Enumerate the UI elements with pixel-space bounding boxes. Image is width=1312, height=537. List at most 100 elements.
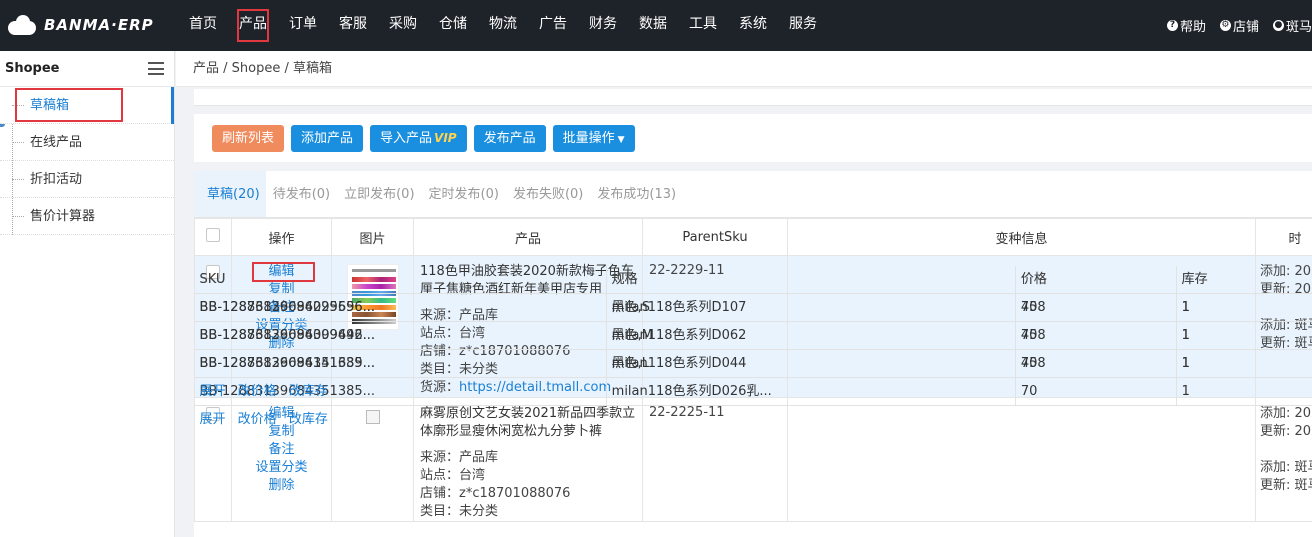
publish-product-button[interactable]: 发布产品: [473, 124, 546, 152]
tab-pending[interactable]: 待发布(0): [266, 171, 337, 217]
import-label: 导入产品: [380, 130, 433, 146]
sidebar: Shopee 草稿箱 在线产品 折扣活动 售价计算器: [0, 51, 175, 537]
sidebar-title: Shopee: [5, 61, 60, 76]
variant-row: BB-12876826096099696... 黑色,M 458 1: [194, 321, 1312, 350]
tab-publish-now[interactable]: 立即发布(0): [337, 171, 421, 217]
variant-price: 458: [1015, 321, 1177, 350]
user-icon: ●: [1272, 20, 1284, 31]
variant-sku: BB-12876826096099696...: [194, 321, 607, 350]
nav-item-services[interactable]: 服务: [778, 0, 828, 51]
main-nav: 首页 产品 订单 客服 采购 仓储 物流 广告 财务 数据 工具 系统 服务: [178, 0, 828, 51]
edit-stock-link[interactable]: 改库存: [289, 412, 328, 427]
variant-header-spec: 规格: [606, 265, 1016, 294]
cloud-logo-icon: [8, 15, 38, 35]
edit-stock-link[interactable]: 改库存: [289, 384, 328, 399]
sidebar-item-discounts[interactable]: 折扣活动: [0, 161, 174, 198]
nav-item-warehouse[interactable]: 仓储: [428, 0, 478, 51]
variants-table: SKU 规格 价格 库存 BB-12876826096099696... 黑色,…: [194, 265, 1312, 405]
help-icon: ?: [1166, 20, 1178, 31]
variant-actions: 展开 改价格 改库存: [195, 377, 1312, 405]
vip-badge: VIP: [434, 130, 457, 145]
variant-spec: 黑色,S: [606, 293, 1016, 322]
variant-spec: 黑色,L: [606, 349, 1016, 378]
nav-item-finance[interactable]: 财务: [578, 0, 628, 51]
nav-item-system[interactable]: 系统: [728, 0, 778, 51]
nav-item-data[interactable]: 数据: [628, 0, 678, 51]
sidebar-item-label: 折扣活动: [30, 172, 83, 187]
toolbar: 刷新列表 添加产品 导入产品 VIP 发布产品 批量操作 ▼: [194, 114, 1312, 162]
nav-item-purchase[interactable]: 采购: [378, 0, 428, 51]
sidebar-list: 草稿箱 在线产品 折扣活动 售价计算器: [0, 87, 174, 235]
sidebar-item-online-products[interactable]: 在线产品: [0, 124, 174, 161]
variant-header-row: SKU 规格 价格 库存: [194, 265, 1312, 294]
main-content: 产品 / Shopee / 草稿箱 刷新列表 添加产品 导入产品 VIP 发布产品…: [176, 51, 1312, 537]
delete-link[interactable]: 删除: [232, 477, 331, 495]
help-link[interactable]: ? 帮助: [1166, 16, 1206, 35]
sidebar-item-label: 在线产品: [30, 135, 83, 150]
caret-down-icon: ▼: [617, 134, 625, 145]
variant-actions: 展开 改价格 改库存: [195, 405, 1312, 433]
variant-stock: 1: [1176, 321, 1312, 350]
import-product-button[interactable]: 导入产品 VIP: [370, 124, 467, 152]
user-label: 斑马: [1285, 20, 1312, 35]
menu-toggle-icon[interactable]: [148, 62, 164, 75]
tab-success[interactable]: 发布成功(13): [590, 171, 683, 217]
help-label: 帮助: [1179, 20, 1206, 35]
nav-item-ads[interactable]: 广告: [528, 0, 578, 51]
header-parent-sku: ParentSku: [642, 218, 788, 256]
variant-stock: 1: [1176, 349, 1312, 378]
breadcrumb: 产品 / Shopee / 草稿箱: [176, 51, 1312, 87]
store-link[interactable]: ⚙ 店铺: [1219, 16, 1259, 35]
add-product-button[interactable]: 添加产品: [291, 124, 364, 152]
nav-item-service[interactable]: 客服: [328, 0, 378, 51]
header-variants: 变种信息: [787, 218, 1256, 256]
variant-spec: 黑色,M: [606, 321, 1016, 350]
tab-failed[interactable]: 发布失败(0): [506, 171, 590, 217]
product-site: 站点：台湾: [420, 468, 486, 483]
select-all-checkbox[interactable]: [206, 228, 220, 242]
tab-scheduled[interactable]: 定时发布(0): [422, 171, 506, 217]
sidebar-item-price-calculator[interactable]: 售价计算器: [0, 198, 174, 235]
variant-sku: BB-12876826096099696...: [194, 293, 607, 322]
status-tabs: 草稿(20) 待发布(0) 立即发布(0) 定时发布(0) 发布失败(0) 发布…: [194, 171, 1312, 218]
edit-price-link[interactable]: 改价格: [238, 384, 277, 399]
variant-row: BB-12876826096141639... 黑色,L 458 1: [194, 349, 1312, 378]
added-by: 添加: 斑马: [1260, 460, 1312, 475]
table-header-row: 操作 图片 产品 ParentSku 变种信息 时: [194, 218, 1312, 256]
set-category-link[interactable]: 设置分类: [232, 459, 331, 477]
header-ops: 操作: [231, 218, 332, 256]
refresh-list-button[interactable]: 刷新列表: [212, 124, 285, 152]
updated-by: 更新: 斑马: [1260, 478, 1312, 493]
nav-item-logistics[interactable]: 物流: [478, 0, 528, 51]
nav-item-order[interactable]: 订单: [278, 0, 328, 51]
user-link[interactable]: ● 斑马: [1272, 16, 1312, 35]
select-all-cell: [194, 218, 232, 256]
products-panel: 草稿(20) 待发布(0) 立即发布(0) 定时发布(0) 发布失败(0) 发布…: [194, 171, 1312, 537]
top-right-links: ? 帮助 ⚙ 店铺 ● 斑马: [1153, 0, 1312, 51]
product-source: 来源：产品库: [420, 450, 499, 465]
note-link[interactable]: 备注: [232, 441, 331, 459]
variant-row: BB-12876826096099696... 黑色,S 458 1: [194, 293, 1312, 322]
variant-price: 458: [1015, 293, 1177, 322]
expand-link[interactable]: 展开: [200, 384, 226, 399]
products-table: 操作 图片 产品 ParentSku 变种信息 时 编辑 复制 备注 设置分类: [194, 218, 1312, 522]
nav-item-home[interactable]: 首页: [178, 0, 228, 51]
variant-stock: 1: [1176, 293, 1312, 322]
expand-link[interactable]: 展开: [200, 412, 226, 427]
time-spacer: [1260, 441, 1312, 459]
store-label: 店铺: [1232, 20, 1259, 35]
variant-price: 458: [1015, 349, 1177, 378]
logo[interactable]: BANMA·ERP: [8, 12, 154, 38]
edit-price-link[interactable]: 改价格: [238, 412, 277, 427]
nav-item-tools[interactable]: 工具: [678, 0, 728, 51]
batch-operations-dropdown[interactable]: 批量操作 ▼: [552, 124, 635, 152]
header-time: 时: [1255, 218, 1312, 256]
product-store: 店铺：z*c18701088076: [420, 486, 571, 501]
nav-item-product[interactable]: 产品: [228, 0, 278, 51]
variant-header-price: 价格: [1015, 265, 1177, 294]
sidebar-header: Shopee: [0, 51, 174, 87]
gears-icon: ⚙: [1219, 20, 1231, 31]
highlight-box: [15, 88, 123, 122]
tab-drafts[interactable]: 草稿(20): [194, 171, 266, 217]
sidebar-item-drafts[interactable]: 草稿箱: [0, 87, 174, 124]
